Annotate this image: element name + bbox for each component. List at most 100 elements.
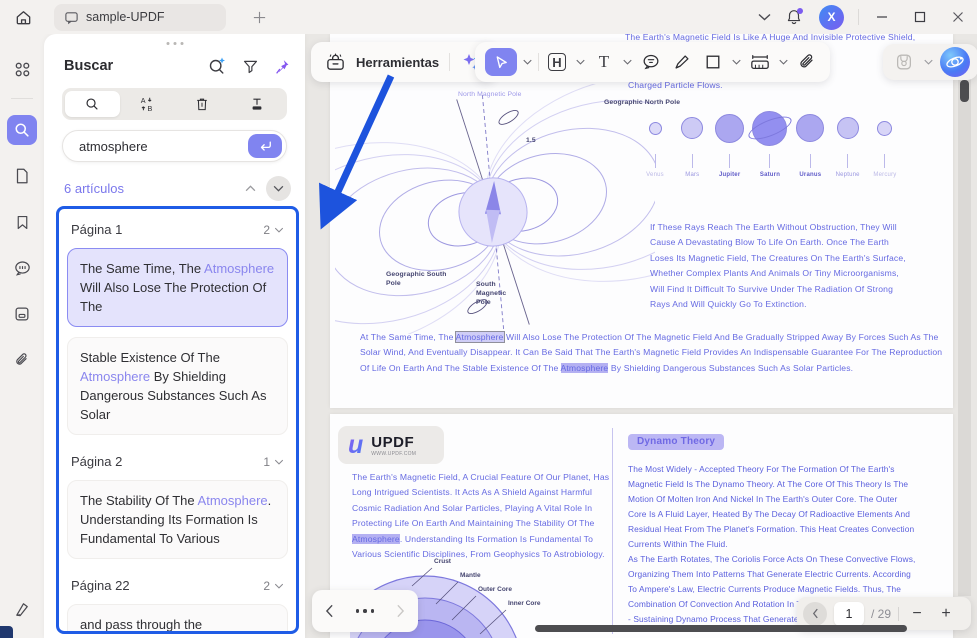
organize-pages-icon xyxy=(15,307,29,321)
tab-replace[interactable]: AB xyxy=(120,91,175,117)
earth-label-outer-core: Outer Core xyxy=(478,586,512,593)
sidebar-item-bookmarks[interactable] xyxy=(7,207,37,237)
search-result-item[interactable]: Stable Existence Of The Atmosphere By Sh… xyxy=(67,337,288,435)
tools-menu-label[interactable]: Herramientas xyxy=(356,55,439,70)
select-tool-button[interactable] xyxy=(485,48,517,76)
next-result-button[interactable] xyxy=(266,176,291,201)
titlebar-dropdown-button[interactable] xyxy=(749,4,779,30)
measure-tool-dropdown[interactable] xyxy=(779,59,788,65)
new-tab-button[interactable] xyxy=(244,4,274,30)
search-result-item[interactable]: The Same Time, The Atmosphere Will Also … xyxy=(67,248,288,327)
comment-icon xyxy=(14,260,30,276)
ai-assistant-button[interactable] xyxy=(940,47,970,77)
updf-logo-url: WWW.UPDF.COM xyxy=(371,450,417,457)
chevron-down-icon xyxy=(274,459,284,465)
paperclip-icon xyxy=(16,353,27,365)
measure-tool-button[interactable] xyxy=(747,48,773,76)
result-group-header[interactable]: Página 22 2 xyxy=(65,569,290,600)
attach-tool-button[interactable] xyxy=(794,48,820,76)
search-icon xyxy=(15,123,29,137)
pdf-page-1: The Earth's Magnetic Field Is Like A Hug… xyxy=(330,34,953,408)
select-tool-dropdown[interactable] xyxy=(523,59,532,65)
results-count: 6 artículos xyxy=(64,181,124,196)
sidebar-item-pages[interactable] xyxy=(7,161,37,191)
sidebar-item-attachments[interactable] xyxy=(7,345,37,375)
replace-icon: AB xyxy=(141,96,153,113)
frame-tool-dropdown[interactable] xyxy=(576,59,585,65)
diagram-label-geographic-south-pole: Geographic South Pole xyxy=(386,271,447,288)
result-group-header[interactable]: Página 1 2 xyxy=(65,213,290,244)
earth-label-mantle: Mantle xyxy=(460,572,481,579)
highlighter-tool-button[interactable] xyxy=(669,48,695,76)
close-button[interactable] xyxy=(939,2,977,32)
document-tab[interactable]: sample-UPDF xyxy=(54,3,226,31)
shape-tool-dropdown[interactable] xyxy=(732,59,741,65)
zoom-in-button[interactable]: + xyxy=(935,605,957,623)
next-page-button[interactable] xyxy=(396,604,405,618)
panel-drag-handle[interactable] xyxy=(166,42,183,45)
page-total-label: / 29 xyxy=(871,606,892,621)
comment-tool-button[interactable] xyxy=(638,48,664,76)
search-result-item[interactable]: The Stability Of The Atmosphere. Underst… xyxy=(67,480,288,559)
sidebar-item-organize[interactable] xyxy=(7,299,37,329)
planet-item: Jupiter xyxy=(713,106,747,178)
vertical-scrollbar-thumb[interactable] xyxy=(960,80,969,102)
section-title-highlighted: Dynamo Theory xyxy=(628,434,725,450)
minimize-button[interactable] xyxy=(863,2,901,32)
pin-button[interactable] xyxy=(274,58,291,75)
earth-label-crust: Crust xyxy=(434,558,451,565)
previous-page-button[interactable] xyxy=(325,604,334,618)
sidebar-item-signature[interactable] xyxy=(7,594,37,624)
tab-search[interactable] xyxy=(65,91,120,117)
text-tool-dropdown[interactable] xyxy=(623,59,632,65)
annotation-toolbar: H T xyxy=(475,42,830,82)
tab-delete[interactable] xyxy=(175,91,230,117)
frame-tool-icon: H xyxy=(548,53,566,71)
plus-icon xyxy=(253,11,265,23)
tab-redact[interactable] xyxy=(229,91,284,117)
filter-button[interactable] xyxy=(242,58,259,75)
vertical-scrollbar-track[interactable] xyxy=(958,74,971,596)
sidebar-item-search[interactable] xyxy=(7,115,37,145)
zoom-out-button[interactable]: − xyxy=(906,605,928,623)
planet-item: Mercury xyxy=(868,106,902,178)
planet-item: Mars xyxy=(675,106,709,178)
document-canvas[interactable]: The Earth's Magnetic Field Is Like A Hug… xyxy=(305,34,977,638)
ruler-icon xyxy=(751,55,769,69)
search-tab-icon xyxy=(86,98,98,110)
search-input[interactable] xyxy=(79,131,239,161)
text-tool-button[interactable]: T xyxy=(591,48,617,76)
sidebar-item-apps[interactable] xyxy=(7,54,37,84)
frame-tool-button[interactable]: H xyxy=(544,48,570,76)
maximize-button[interactable] xyxy=(901,2,939,32)
user-avatar[interactable]: X xyxy=(819,4,844,30)
comment-bubble-icon xyxy=(643,54,659,70)
ai-atom-icon xyxy=(946,56,964,68)
more-options-button[interactable] xyxy=(355,609,375,613)
ai-search-button[interactable] xyxy=(207,56,227,76)
diagram-label-south-magnetic-pole: South Magnetic Pole xyxy=(476,281,507,307)
square-shape-icon xyxy=(706,55,720,69)
result-group-header[interactable]: Página 2 1 xyxy=(65,445,290,476)
stamp-ai-toolbar xyxy=(883,44,977,80)
planet-name: Jupiter xyxy=(718,172,741,178)
stamp-tool-dropdown[interactable] xyxy=(924,59,933,65)
page-back-button[interactable] xyxy=(803,601,827,626)
updf-logo-brand: UPDF xyxy=(371,433,415,451)
search-result-item[interactable]: and pass through the atmosphere, foliage… xyxy=(67,604,288,631)
apps-grid-icon xyxy=(15,62,29,76)
svg-text:A: A xyxy=(141,96,146,105)
horizontal-scrollbar-thumb[interactable] xyxy=(535,625,907,632)
chevron-left-icon xyxy=(812,608,818,619)
page-number-input[interactable] xyxy=(834,601,864,626)
previous-result-button[interactable] xyxy=(245,185,256,192)
stamp-tool-button[interactable] xyxy=(891,48,917,76)
notifications-button[interactable] xyxy=(779,4,809,30)
search-mode-tabs: AB xyxy=(62,88,287,120)
home-button[interactable] xyxy=(8,4,38,30)
sidebar-item-comments[interactable] xyxy=(7,253,37,283)
close-icon xyxy=(953,12,963,22)
search-submit-button[interactable] xyxy=(248,134,282,158)
sidebar-divider xyxy=(11,98,33,99)
shape-tool-button[interactable] xyxy=(700,48,726,76)
